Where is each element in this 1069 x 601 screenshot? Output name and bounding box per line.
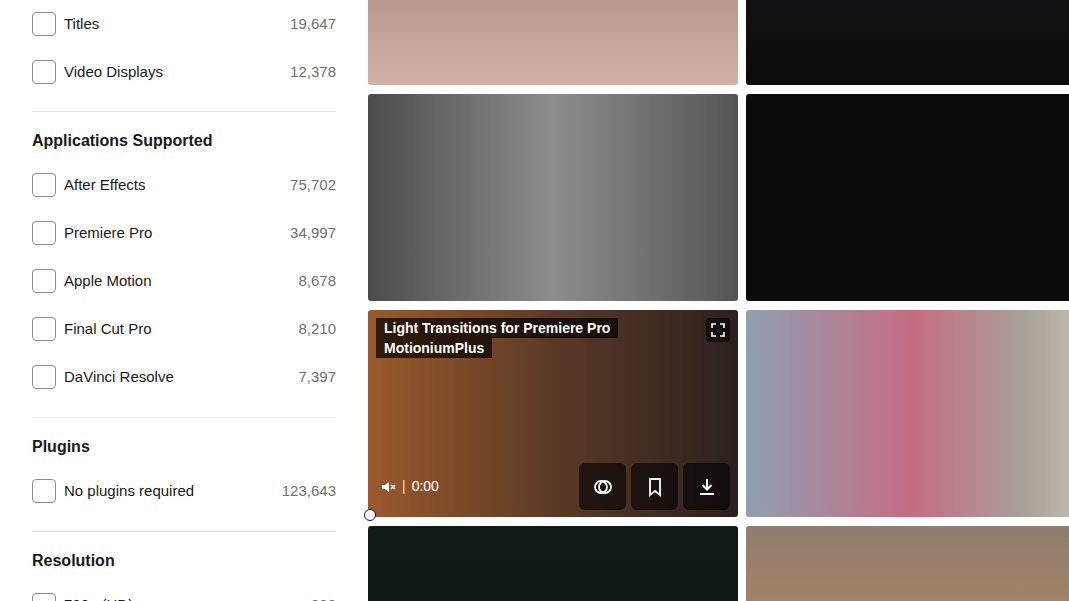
result-card[interactable] <box>746 526 1069 601</box>
filter-label: 720p (HD) <box>64 594 303 601</box>
bookmark-button[interactable] <box>631 463 678 510</box>
filter-checkbox[interactable] <box>32 60 56 84</box>
filter-label: No plugins required <box>64 480 274 503</box>
filter-label: Premiere Pro <box>64 222 282 245</box>
result-card[interactable] <box>746 310 1069 517</box>
filter-label: DaVinci Resolve <box>64 366 290 389</box>
filter-option[interactable]: Apple Motion 8,678 <box>32 257 336 305</box>
filter-count: 7,397 <box>298 366 336 389</box>
time-separator: | <box>402 476 406 497</box>
card-title[interactable]: Light Transitions for Premiere Pro <box>376 318 618 338</box>
card-author[interactable]: MotioniumPlus <box>376 338 492 358</box>
filter-count: 8,678 <box>298 270 336 293</box>
filter-sidebar: Titles 19,647 Video Displays 12,378 Applicat… <box>0 0 336 601</box>
filter-section: Resolution 720p (HD) 802 <box>32 532 336 601</box>
filter-count: 75,702 <box>290 174 336 197</box>
bookmark-icon <box>645 477 665 497</box>
filter-checkbox[interactable] <box>32 479 56 503</box>
filter-checkbox[interactable] <box>32 221 56 245</box>
filter-count: 19,647 <box>290 13 336 36</box>
filter-label: After Effects <box>64 174 282 197</box>
filter-count: 123,643 <box>282 480 336 503</box>
overlapping-circles-icon <box>593 477 613 497</box>
filter-option[interactable]: DaVinci Resolve 7,397 <box>32 353 336 401</box>
compare-button[interactable] <box>579 463 626 510</box>
muted-speaker-icon <box>380 479 396 495</box>
filter-section: Titles 19,647 Video Displays 12,378 <box>32 0 336 112</box>
filter-count: 34,997 <box>290 222 336 245</box>
result-card[interactable] <box>368 526 738 601</box>
filter-checkbox[interactable] <box>32 173 56 197</box>
progress-knob[interactable] <box>364 509 376 521</box>
result-card[interactable]: Light Transitions for Premiere ProMotion… <box>368 310 738 517</box>
filter-option[interactable]: After Effects 75,702 <box>32 161 336 209</box>
filter-label: Final Cut Pro <box>64 318 290 341</box>
result-card[interactable] <box>746 0 1069 85</box>
card-actions <box>579 463 730 510</box>
filter-option[interactable]: No plugins required 123,643 <box>32 467 336 515</box>
results-grid: Light Transitions for Premiere ProMotion… <box>368 0 1069 601</box>
filter-label: Titles <box>64 13 282 36</box>
download-button[interactable] <box>683 463 730 510</box>
result-card[interactable] <box>368 94 738 301</box>
filter-heading: Applications Supported <box>32 129 336 153</box>
filter-option[interactable]: Titles 19,647 <box>32 0 336 48</box>
filter-option[interactable]: 720p (HD) 802 <box>32 581 336 601</box>
result-card[interactable] <box>746 94 1069 301</box>
filter-option[interactable]: Premiere Pro 34,997 <box>32 209 336 257</box>
filter-count: 12,378 <box>290 61 336 84</box>
card-caption: Light Transitions for Premiere ProMotion… <box>376 318 618 358</box>
download-icon <box>697 477 717 497</box>
filter-heading: Plugins <box>32 435 336 459</box>
filter-label: Apple Motion <box>64 270 290 293</box>
fullscreen-button[interactable] <box>706 318 730 342</box>
filter-checkbox[interactable] <box>32 317 56 341</box>
filter-checkbox[interactable] <box>32 12 56 36</box>
playback-time: 0:00 <box>412 476 439 497</box>
filter-section: Applications Supported After Effects 75,70… <box>32 112 336 418</box>
filter-count: 8,210 <box>298 318 336 341</box>
filter-label: Video Displays <box>64 61 282 84</box>
filter-option[interactable]: Final Cut Pro 8,210 <box>32 305 336 353</box>
filter-heading: Resolution <box>32 549 336 573</box>
filter-option[interactable]: Video Displays 12,378 <box>32 48 336 96</box>
filter-checkbox[interactable] <box>32 365 56 389</box>
expand-icon <box>711 323 725 337</box>
playback-info: | 0:00 <box>380 476 439 497</box>
filter-count: 802 <box>311 594 336 601</box>
mute-button[interactable] <box>380 479 396 495</box>
result-card[interactable] <box>368 0 738 85</box>
filter-checkbox[interactable] <box>32 593 56 601</box>
filter-checkbox[interactable] <box>32 269 56 293</box>
filter-section: Plugins No plugins required 123,643 <box>32 418 336 532</box>
